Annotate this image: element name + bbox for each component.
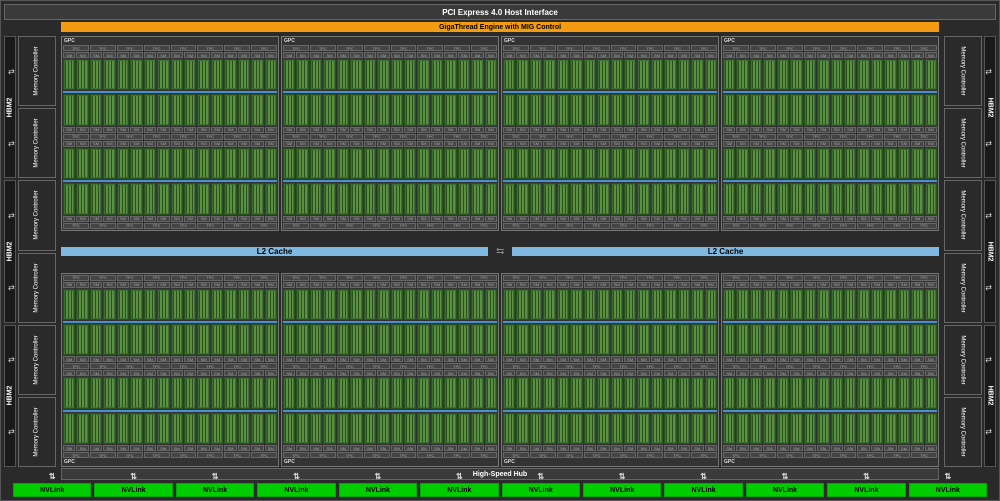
nvlink: NVLink [176, 483, 254, 497]
gigathread-engine: GigaThread Engine with MIG Control [61, 22, 939, 32]
nvlink: NVLink [746, 483, 824, 497]
gpc-block: GPCTPCTPCTPCTPCTPCTPCTPCTPCSMSMSMSMSMSMS… [61, 273, 279, 468]
nvlink: NVLink [339, 483, 417, 497]
nvlink: NVLink [909, 483, 987, 497]
memory-controller: Memory Controller [944, 180, 982, 250]
memory-controller: Memory Controller [944, 397, 982, 467]
memory-controller: Memory Controller [18, 36, 56, 106]
memory-controller: Memory Controller [944, 36, 982, 106]
hbm2-stack: HBM2 [984, 325, 996, 467]
gpc-block: GPCTPCTPCTPCTPCTPCTPCTPCTPCSMSMSMSMSMSMS… [721, 36, 939, 231]
l2-cache: L2 Cache [61, 247, 488, 256]
gpc-block: GPCTPCTPCTPCTPCTPCTPCTPCTPCSMSMSMSMSMSMS… [721, 273, 939, 468]
crossbar-icon: ⇆ [496, 246, 504, 257]
nvlink: NVLink [502, 483, 580, 497]
nvlink: NVLink [664, 483, 742, 497]
gpc-block: GPCTPCTPCTPCTPCTPCTPCTPCTPCSMSMSMSMSMSMS… [501, 273, 719, 468]
nvlink: NVLink [583, 483, 661, 497]
nvlink-row: NVLinkNVLinkNVLinkNVLinkNVLinkNVLinkNVLi… [13, 483, 987, 497]
hbm2-stack: HBM2 [984, 36, 996, 178]
nvlink: NVLink [94, 483, 172, 497]
gpc-block: GPCTPCTPCTPCTPCTPCTPCTPCTPCSMSMSMSMSMSMS… [501, 36, 719, 231]
memory-controller: Memory Controller [18, 108, 56, 178]
gpc-block: GPCTPCTPCTPCTPCTPCTPCTPCTPCSMSMSMSMSMSMS… [281, 273, 499, 468]
l2-cache: L2 Cache [512, 247, 939, 256]
nvlink: NVLink [420, 483, 498, 497]
right-memory-column: HBM2 HBM2 HBM2 Memory Controller Memory … [941, 36, 996, 467]
gpc-block: GPCTPCTPCTPCTPCTPCTPCTPCTPCSMSMSMSMSMSMS… [61, 36, 279, 231]
hbm2-stack: HBM2 [4, 36, 16, 178]
nvlink: NVLink [827, 483, 905, 497]
memory-controller: Memory Controller [18, 253, 56, 323]
hbm2-stack: HBM2 [984, 180, 996, 322]
gpc-row-bottom: GPCTPCTPCTPCTPCTPCTPCTPCTPCSMSMSMSMSMSMS… [61, 273, 939, 468]
gpu-core: GPCTPCTPCTPCTPCTPCTPCTPCTPCSMSMSMSMSMSMS… [61, 36, 939, 467]
memory-controller: Memory Controller [944, 325, 982, 395]
gpc-row-top: GPCTPCTPCTPCTPCTPCTPCTPCTPCSMSMSMSMSMSMS… [61, 36, 939, 231]
hbm2-stack: HBM2 [4, 325, 16, 467]
memory-controller: Memory Controller [18, 397, 56, 467]
high-speed-hub: High-Speed Hub [61, 468, 939, 480]
pcie-host-interface: PCI Express 4.0 Host Interface [4, 4, 996, 20]
l2-cache-row: L2 Cache ⇆ L2 Cache [61, 234, 939, 270]
gpc-block: GPCTPCTPCTPCTPCTPCTPCTPCTPCSMSMSMSMSMSMS… [281, 36, 499, 231]
left-memory-column: HBM2 HBM2 HBM2 Memory Controller Memory … [4, 36, 59, 467]
memory-controller: Memory Controller [18, 180, 56, 250]
memory-controller: Memory Controller [944, 253, 982, 323]
memory-controller: Memory Controller [944, 108, 982, 178]
nvlink: NVLink [257, 483, 335, 497]
gpu-die-diagram: PCI Express 4.0 Host Interface GigaThrea… [0, 0, 1000, 501]
nvlink: NVLink [13, 483, 91, 497]
hbm2-stack: HBM2 [4, 180, 16, 322]
memory-controller: Memory Controller [18, 325, 56, 395]
